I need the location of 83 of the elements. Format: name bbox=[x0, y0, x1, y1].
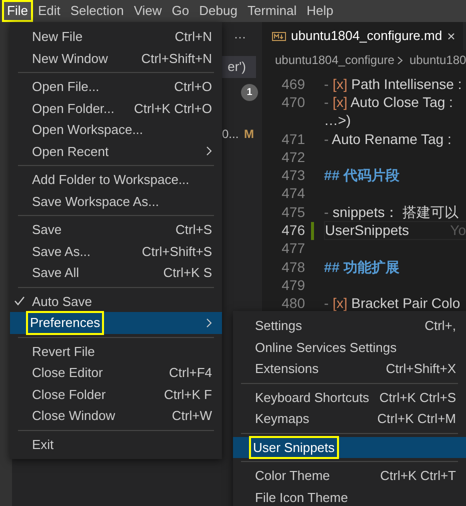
menu-item[interactable]: Revert File bbox=[10, 340, 222, 362]
close-icon[interactable]: × bbox=[447, 29, 456, 43]
menu-item[interactable]: Save All Ctrl+K S bbox=[10, 262, 222, 284]
menu-item[interactable]: Keymaps Ctrl+K Ctrl+M bbox=[233, 408, 466, 430]
line-number: 473 bbox=[280, 166, 305, 186]
line-number: 476 bbox=[280, 221, 305, 240]
menu-bar-item[interactable]: Debug bbox=[194, 0, 242, 22]
editor-tab[interactable]: ubuntu1804_configure.md × bbox=[262, 22, 464, 50]
menu-item[interactable]: User Snippets bbox=[233, 436, 466, 458]
shortcut-text: Ctrl+Shift+X bbox=[386, 360, 456, 378]
shortcut-text: Ctrl+K Ctrl+O bbox=[134, 100, 212, 118]
menu-item[interactable]: Keyboard Shortcuts Ctrl+K Ctrl+S bbox=[233, 386, 466, 408]
menu-bar-item[interactable]: Selection bbox=[65, 0, 129, 22]
line-number: 471 bbox=[280, 130, 305, 149]
code-line: - [x] Auto Close Tag : bbox=[324, 92, 453, 112]
shortcut-text: Ctrl+Shift+S bbox=[142, 242, 212, 260]
shortcut-text: Ctrl+Shift+N bbox=[141, 50, 212, 68]
markdown-icon bbox=[272, 32, 286, 40]
shortcut-text: Ctrl+K S bbox=[163, 264, 212, 282]
menu-bar-item[interactable]: Help bbox=[302, 0, 338, 22]
line-number: 475 bbox=[280, 202, 305, 222]
code-line: UserSnippets bbox=[325, 221, 410, 240]
line-number: 480 bbox=[280, 294, 305, 314]
chevron-icon bbox=[397, 56, 404, 64]
menu-item[interactable]: Extensions Ctrl+Shift+X bbox=[233, 358, 466, 380]
code-line: - snippets： 搭建可以 bbox=[324, 202, 459, 222]
menu-item[interactable]: New Window Ctrl+Shift+N bbox=[10, 48, 222, 69]
menu-item[interactable]: Add Folder to Workspace... bbox=[10, 169, 222, 190]
heading-text: ## 功能扩展 bbox=[324, 258, 400, 277]
shortcut-text: Ctrl+S bbox=[176, 221, 212, 239]
menu-item[interactable]: Open Recent bbox=[10, 140, 222, 162]
breadcrumb-item[interactable]: ubuntu180 bbox=[409, 51, 466, 69]
menu-item[interactable]: Online Services Settings bbox=[233, 336, 466, 358]
menu-bar-item[interactable]: Terminal bbox=[242, 0, 302, 22]
menu-item[interactable]: Color Theme Ctrl+K Ctrl+T bbox=[233, 465, 466, 486]
menu-item[interactable]: Save As... Ctrl+Shift+S bbox=[10, 240, 222, 262]
shortcut-text: Ctrl+K Ctrl+S bbox=[379, 388, 456, 406]
line-number: 469 bbox=[280, 74, 305, 94]
menu-item[interactable]: Open Workspace... bbox=[10, 119, 222, 140]
code-line: - [x] Bracket Pair Colo bbox=[324, 294, 460, 314]
shortcut-text: Ctrl+, bbox=[424, 317, 456, 335]
menu-item[interactable]: Settings Ctrl+, bbox=[233, 315, 466, 336]
shortcut-text: Ctrl+O bbox=[174, 78, 212, 96]
menu-item[interactable]: Exit bbox=[10, 434, 222, 455]
explorer-item[interactable]: er') bbox=[222, 56, 256, 78]
menu-bar-item[interactable]: Go bbox=[166, 0, 194, 22]
more-actions-icon[interactable]: ··· bbox=[234, 28, 246, 46]
heading-text: ## 代码片段 bbox=[324, 166, 400, 186]
menu-item[interactable]: Open File... Ctrl+O bbox=[10, 76, 222, 98]
menu-bar-item[interactable]: View bbox=[128, 0, 167, 22]
breadcrumb-item[interactable]: ubuntu1804_configure bbox=[275, 51, 394, 69]
checkmark-icon bbox=[14, 296, 25, 306]
code-line: - [x] Path Intellisense : bbox=[324, 74, 462, 94]
menu-item[interactable]: Close Folder Ctrl+K F bbox=[10, 384, 222, 405]
shortcut-text: Ctrl+F4 bbox=[169, 364, 212, 382]
menu-bar-item[interactable]: Edit bbox=[32, 0, 66, 22]
menu-item[interactable]: Preferences bbox=[10, 312, 222, 334]
menu-item[interactable]: Save Workspace As... bbox=[10, 190, 222, 212]
file-name[interactable]: 0... bbox=[222, 125, 239, 143]
blame-annotation: Yo bbox=[450, 221, 466, 240]
shortcut-text: Ctrl+N bbox=[174, 28, 212, 46]
shortcut-text: Ctrl+K Ctrl+M bbox=[377, 410, 456, 428]
shortcut-text: Ctrl+K Ctrl+T bbox=[380, 467, 456, 485]
code-line: …>) bbox=[324, 111, 351, 130]
line-number: 477 bbox=[280, 239, 305, 258]
menu-item[interactable]: Close Window Ctrl+W bbox=[10, 405, 222, 426]
line-number: 478 bbox=[280, 258, 305, 277]
line-number: 470 bbox=[280, 92, 305, 112]
line-number: 472 bbox=[280, 148, 305, 167]
menu-bar-item[interactable]: File bbox=[2, 0, 33, 22]
count-badge: 1 bbox=[241, 84, 258, 101]
menu-item[interactable]: New File Ctrl+N bbox=[10, 26, 222, 48]
menu-item[interactable]: Open Folder... Ctrl+K Ctrl+O bbox=[10, 98, 222, 119]
line-number: 474 bbox=[280, 184, 305, 204]
menu-item[interactable]: Auto Save bbox=[10, 290, 222, 312]
modified-status: M bbox=[244, 126, 254, 143]
line-number: 479 bbox=[280, 276, 305, 295]
shortcut-text: Ctrl+W bbox=[172, 407, 212, 425]
menu-item[interactable]: Save Ctrl+S bbox=[10, 219, 222, 240]
menu-item[interactable]: File Icon Theme bbox=[233, 486, 466, 506]
shortcut-text: Ctrl+K F bbox=[164, 386, 212, 404]
menu-item[interactable]: Close Editor Ctrl+F4 bbox=[10, 362, 222, 384]
code-line: - Auto Rename Tag : bbox=[324, 130, 452, 149]
